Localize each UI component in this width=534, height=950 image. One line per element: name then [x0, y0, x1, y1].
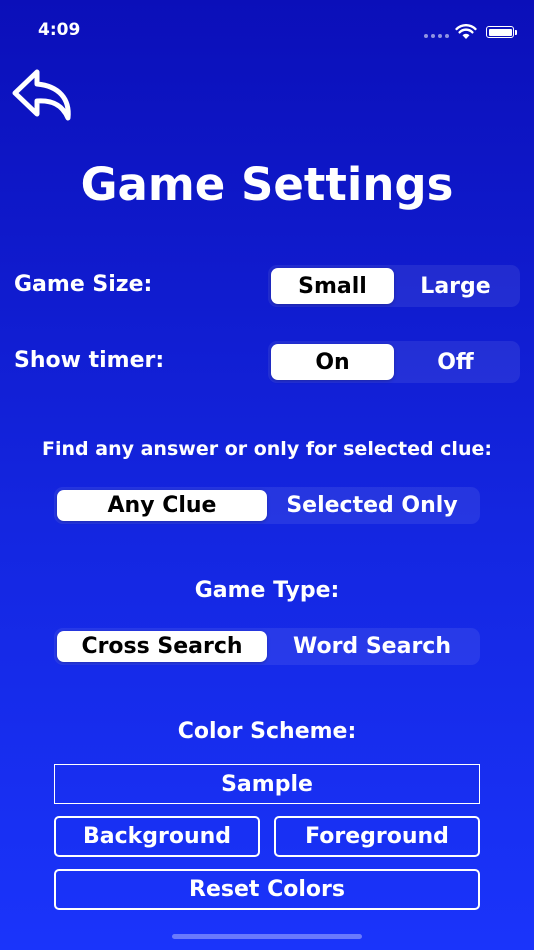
show-timer-label: Show timer:	[14, 348, 165, 373]
find-mode-segmented-control: Any Clue Selected Only	[54, 487, 480, 524]
back-button[interactable]	[10, 66, 74, 128]
background-color-button[interactable]: Background	[54, 816, 260, 857]
back-arrow-icon	[12, 69, 71, 121]
reset-colors-button[interactable]: Reset Colors	[54, 869, 480, 910]
foreground-color-button[interactable]: Foreground	[274, 816, 480, 857]
segment-cross-search[interactable]: Cross Search	[57, 631, 267, 662]
cellular-signal-icon	[424, 34, 449, 38]
wifi-icon	[455, 24, 477, 44]
status-time: 4:09	[38, 20, 81, 40]
segment-any-clue[interactable]: Any Clue	[57, 490, 267, 521]
find-mode-label: Find any answer or only for selected clu…	[42, 438, 492, 460]
color-scheme-label: Color Scheme:	[177, 719, 357, 744]
home-indicator	[172, 934, 362, 939]
show-timer-segmented-control: On Off	[268, 341, 520, 383]
battery-icon	[486, 26, 517, 38]
page-title: Game Settings	[80, 158, 454, 211]
segment-word-search[interactable]: Word Search	[267, 631, 477, 662]
game-size-label: Game Size:	[14, 272, 153, 297]
color-sample: Sample	[54, 764, 480, 804]
segment-small[interactable]: Small	[271, 268, 394, 304]
game-type-label: Game Type:	[194, 578, 340, 603]
segment-large[interactable]: Large	[394, 268, 517, 304]
segment-on[interactable]: On	[271, 344, 394, 380]
game-type-segmented-control: Cross Search Word Search	[54, 628, 480, 665]
game-size-segmented-control: Small Large	[268, 265, 520, 307]
segment-off[interactable]: Off	[394, 344, 517, 380]
segment-selected-only[interactable]: Selected Only	[267, 490, 477, 521]
